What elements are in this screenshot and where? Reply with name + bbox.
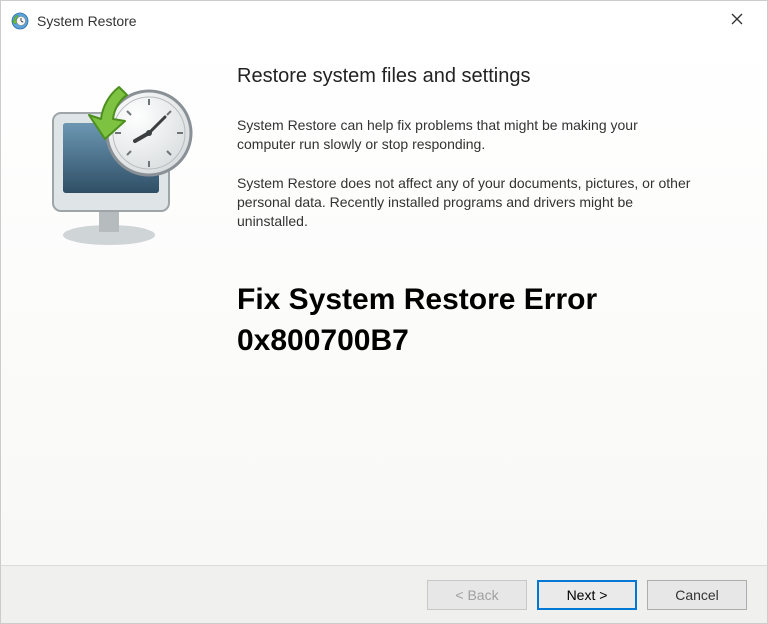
back-button: < Back [427, 580, 527, 610]
system-restore-icon [11, 12, 29, 30]
window-title: System Restore [37, 13, 715, 29]
close-button[interactable] [715, 6, 759, 36]
cancel-button[interactable]: Cancel [647, 580, 747, 610]
close-icon [731, 12, 743, 30]
illustration-pane [1, 55, 231, 565]
next-button[interactable]: Next > [537, 580, 637, 610]
restore-monitor-clock-icon [31, 75, 211, 255]
description-paragraph-1: System Restore can help fix problems tha… [237, 116, 697, 154]
error-overlay-text: Fix System Restore Error 0x800700B7 [237, 280, 697, 361]
content-area: Restore system files and settings System… [1, 41, 767, 565]
description-paragraph-2: System Restore does not affect any of yo… [237, 174, 697, 231]
main-pane: Restore system files and settings System… [231, 55, 767, 565]
wizard-footer: < Back Next > Cancel [1, 565, 767, 623]
titlebar: System Restore [1, 1, 767, 41]
system-restore-window: System Restore [0, 0, 768, 624]
page-heading: Restore system files and settings [237, 65, 727, 88]
